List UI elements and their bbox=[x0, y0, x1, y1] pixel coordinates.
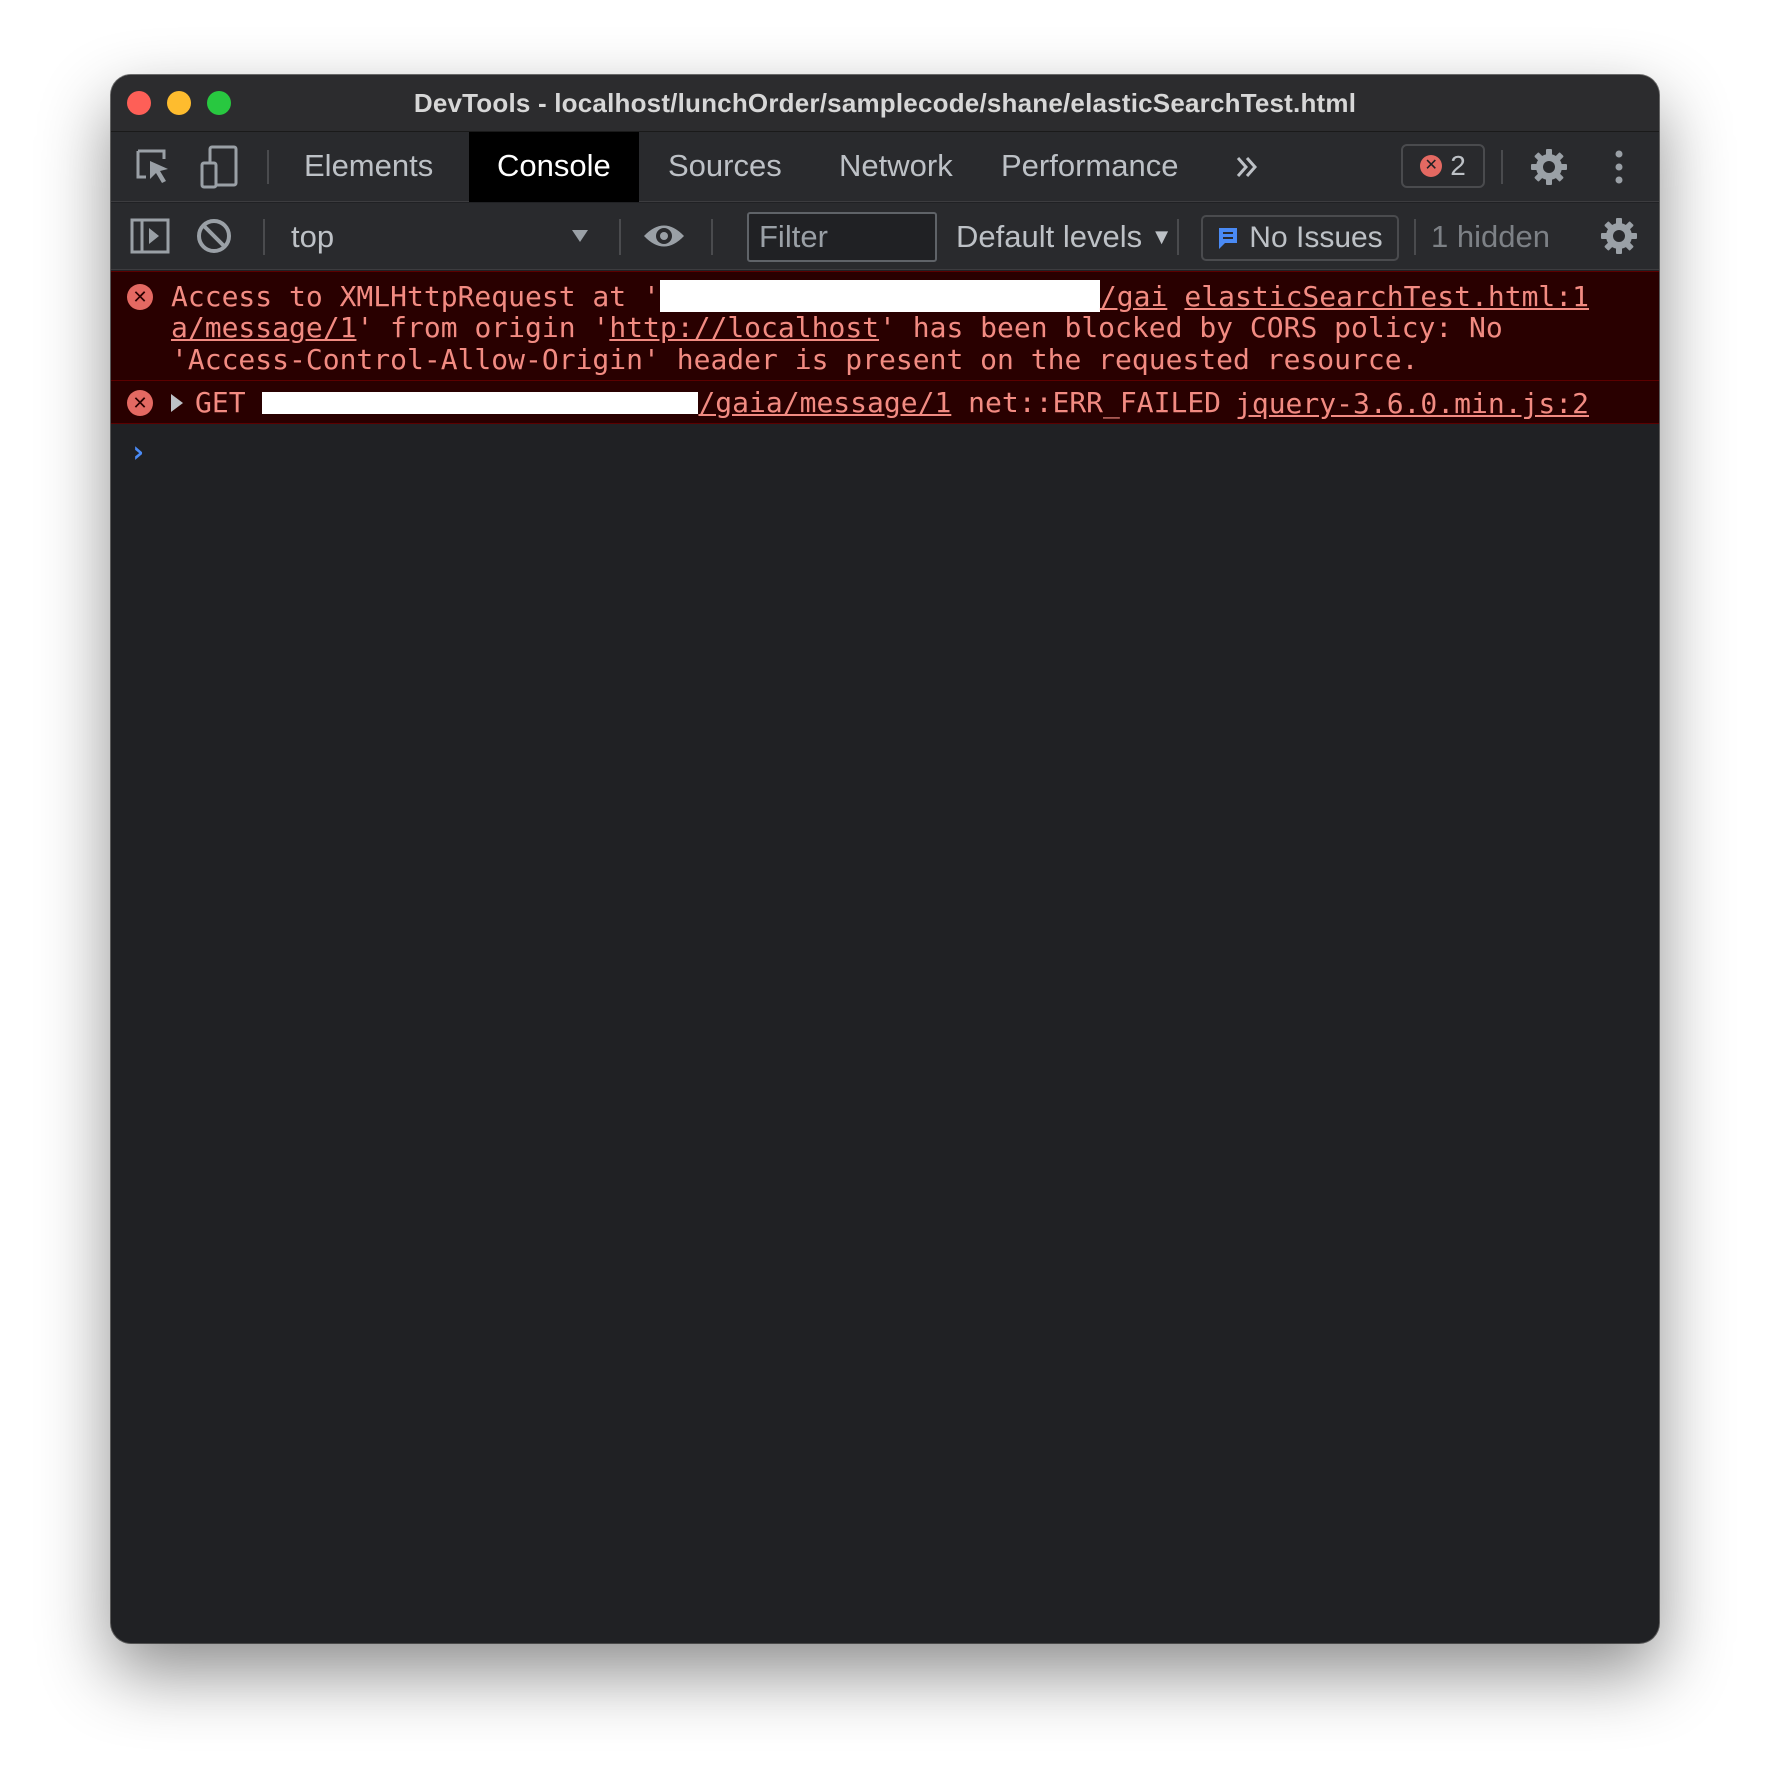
error-count: 2 bbox=[1450, 150, 1466, 181]
origin-link[interactable]: http://localhost bbox=[609, 311, 879, 344]
tab-elements[interactable]: Elements bbox=[276, 132, 461, 202]
panel-tab-bar: Elements Console Sources Network Perform… bbox=[111, 132, 1659, 202]
issues-label: No Issues bbox=[1249, 221, 1383, 254]
tab-console[interactable]: Console bbox=[469, 132, 639, 202]
divider bbox=[263, 219, 265, 255]
log-levels-dropdown[interactable]: Default levels ▼ bbox=[956, 203, 1173, 270]
console-prompt[interactable]: › bbox=[129, 435, 147, 470]
message-text: Access to XMLHttpRequest at ' bbox=[171, 280, 660, 313]
divider bbox=[711, 219, 713, 255]
request-method: GET bbox=[195, 386, 246, 419]
divider bbox=[619, 219, 621, 255]
tab-performance[interactable]: Performance bbox=[973, 132, 1206, 202]
error-icon: ✕ bbox=[1420, 155, 1443, 177]
clear-console-icon[interactable] bbox=[191, 213, 237, 259]
window-title: DevTools - localhost/lunchOrder/sampleco… bbox=[413, 88, 1357, 118]
expand-triangle-icon[interactable] bbox=[171, 394, 183, 412]
more-options-icon[interactable] bbox=[1596, 144, 1642, 190]
error-count-badge[interactable]: ✕ 2 bbox=[1401, 144, 1485, 188]
sidebar-toggle-icon[interactable] bbox=[127, 213, 173, 259]
tab-network[interactable]: Network bbox=[811, 132, 981, 202]
console-error-message: ✕ GET /gaia/message/1 net::ERR_FAILED jq… bbox=[111, 380, 1659, 424]
console-messages: ✕ Access to XMLHttpRequest at ' /gai elas… bbox=[111, 271, 1659, 424]
inspect-element-icon[interactable] bbox=[131, 144, 177, 190]
chevrons-right-icon[interactable] bbox=[1224, 144, 1270, 190]
error-icon: ✕ bbox=[127, 390, 153, 416]
error-icon: ✕ bbox=[127, 284, 153, 310]
request-url-link[interactable]: a/message/1 bbox=[171, 311, 356, 344]
device-toolbar-icon[interactable] bbox=[197, 144, 243, 190]
request-url-link[interactable]: /gai bbox=[1100, 280, 1167, 313]
settings-gear-icon[interactable] bbox=[1526, 144, 1572, 190]
message-text: ' from origin ' bbox=[356, 311, 610, 344]
message-line: Access to XMLHttpRequest at ' /gai bbox=[171, 280, 1167, 313]
tab-sources[interactable]: Sources bbox=[640, 132, 810, 202]
redacted-url bbox=[659, 280, 1100, 312]
issues-message-icon bbox=[1219, 228, 1238, 249]
hidden-messages-count: 1 hidden bbox=[1431, 219, 1550, 254]
live-expression-eye-icon[interactable] bbox=[641, 213, 687, 259]
filter-input[interactable]: Filter bbox=[747, 212, 937, 262]
network-error: net::ERR_FAILED bbox=[968, 386, 1222, 419]
source-link[interactable]: elasticSearchTest.html:1 bbox=[1184, 280, 1589, 313]
divider bbox=[1414, 219, 1416, 255]
divider bbox=[1501, 150, 1503, 184]
dropdown-arrow-icon[interactable] bbox=[557, 213, 603, 259]
log-levels-label: Default levels bbox=[956, 219, 1143, 254]
console-settings-gear-icon[interactable] bbox=[1596, 213, 1642, 259]
request-url-link[interactable]: /gaia/message/1 bbox=[698, 386, 951, 419]
console-toolbar: top Filter Default levels ▼ No Issues 1 … bbox=[111, 203, 1659, 270]
message-line: 'Access-Control-Allow-Origin' header is … bbox=[171, 343, 1419, 376]
message-line: GET /gaia/message/1 net::ERR_FAILED bbox=[195, 387, 1221, 419]
title-bar: DevTools - localhost/lunchOrder/sampleco… bbox=[111, 75, 1659, 132]
divider bbox=[1177, 219, 1179, 255]
source-link[interactable]: jquery-3.6.0.min.js:2 bbox=[1235, 387, 1589, 420]
context-selector[interactable]: top bbox=[291, 203, 334, 270]
redacted-url bbox=[262, 392, 699, 414]
divider bbox=[267, 150, 269, 184]
message-text: ' has been blocked by CORS policy: No bbox=[879, 311, 1503, 344]
console-error-message: ✕ Access to XMLHttpRequest at ' /gai elas… bbox=[111, 271, 1659, 381]
message-line: a/message/1' from origin 'http://localho… bbox=[171, 312, 1503, 344]
dropdown-arrow-icon: ▼ bbox=[1150, 224, 1173, 249]
devtools-window: DevTools - localhost/lunchOrder/sampleco… bbox=[111, 75, 1659, 1643]
issues-button[interactable]: No Issues bbox=[1201, 215, 1399, 261]
